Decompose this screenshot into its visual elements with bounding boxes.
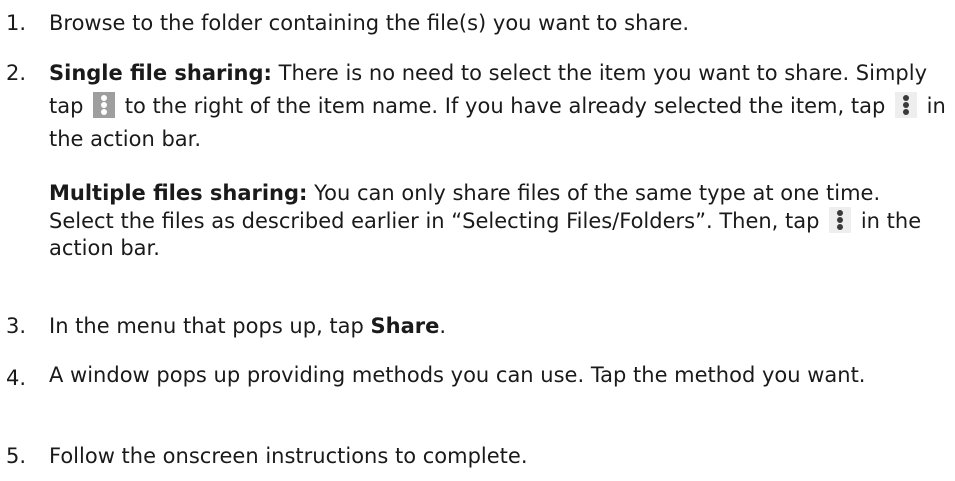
more-vertical-icon — [829, 207, 852, 233]
step-number: 1. — [6, 11, 27, 35]
step-text: Browse to the folder containing the file… — [49, 11, 690, 35]
step-number: 3. — [6, 314, 27, 338]
step-text: Follow the onscreen instructions to comp… — [49, 444, 528, 468]
multiple-files-sharing-label: Multiple files sharing: — [49, 181, 308, 205]
step-number: 2. — [6, 61, 27, 85]
step-number: 5. — [6, 444, 27, 468]
more-vertical-icon — [894, 92, 917, 118]
single-file-sharing-paragraph: Single file sharing: There is no need to… — [49, 57, 949, 156]
step-text-a: In the menu that pops up, tap — [49, 314, 371, 338]
single-file-sharing-label: Single file sharing: — [49, 61, 272, 85]
share-label: Share — [370, 314, 440, 338]
more-vertical-icon — [93, 92, 116, 118]
step-text-b: . — [439, 314, 447, 338]
multiple-files-sharing-paragraph: Multiple files sharing: You can only sha… — [49, 180, 949, 262]
single-file-sharing-text-b: to the right of the item name. If you ha… — [118, 94, 892, 118]
step-number: 4. — [6, 366, 27, 390]
step-text: In the menu that pops up, tap Share. — [49, 310, 949, 343]
step-text: A window pops up providing methods you c… — [49, 363, 866, 387]
